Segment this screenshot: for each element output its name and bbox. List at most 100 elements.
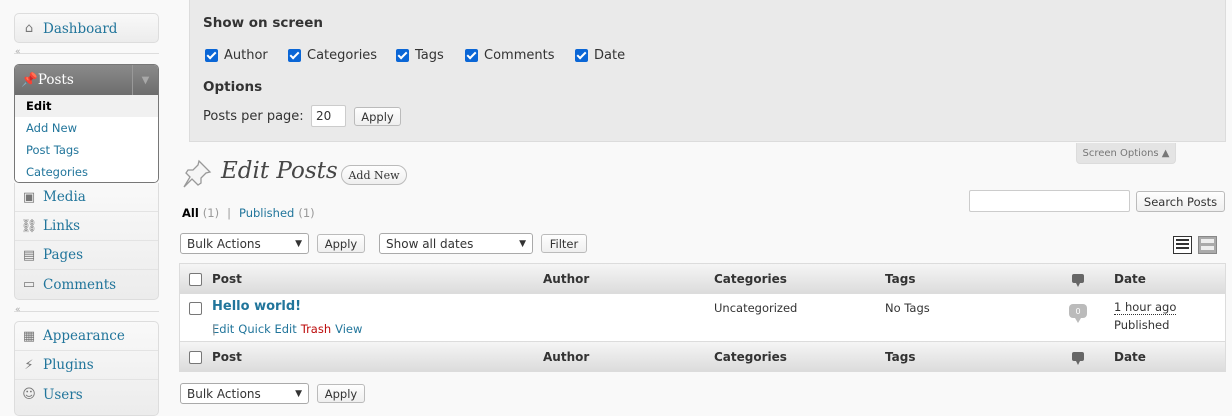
menu-item-pages[interactable]: ▤ Pages xyxy=(15,241,158,270)
date-filter-select[interactable]: Show all dates ▼ xyxy=(379,233,533,254)
bulk-actions-select-bottom[interactable]: Bulk Actions ▼ xyxy=(180,383,309,404)
comment-count-badge[interactable]: 0 xyxy=(1069,304,1087,323)
per-page-apply-button[interactable]: Apply xyxy=(354,107,401,126)
row-checkbox[interactable] xyxy=(189,302,202,315)
column-toggle-comments[interactable]: Comments xyxy=(465,48,554,63)
row-action-trash[interactable]: Trash xyxy=(301,322,331,336)
menu-label-users: Users xyxy=(43,386,83,403)
checkbox-checked[interactable] xyxy=(575,49,588,62)
menu-item-comments[interactable]: ▭ Comments xyxy=(15,270,158,299)
menu-item-users[interactable]: ☺ Users xyxy=(15,380,158,409)
submenu-item-add-new[interactable]: Add New xyxy=(15,117,158,139)
screen-options-toggle[interactable]: Screen Options ▲ xyxy=(1076,143,1176,164)
checkbox-checked[interactable] xyxy=(205,49,218,62)
home-icon: ⌂ xyxy=(24,21,34,36)
filter-separator: | xyxy=(227,206,231,220)
menu-item-media[interactable]: ▣ Media xyxy=(15,183,158,212)
menu-item-appearance[interactable]: ▦ Appearance xyxy=(15,322,158,351)
options-heading: Options xyxy=(203,79,263,95)
checkbox-checked[interactable] xyxy=(288,49,301,62)
checkbox-checked[interactable] xyxy=(396,49,409,62)
row-action-quick-edit[interactable]: Quick Edit xyxy=(238,322,296,336)
menu-group-admin: ▦ Appearance ⚡ Plugins ☺ Users xyxy=(14,321,159,416)
screen-options-panel: Show on screen Author Categories Tags Co… xyxy=(189,0,1226,142)
post-status: Published xyxy=(1114,318,1170,332)
column-toggle-label: Author xyxy=(224,48,268,63)
post-title-link[interactable]: Hello world! xyxy=(212,299,301,314)
menu-label-links: Links xyxy=(43,218,81,234)
appearance-icon: ▦ xyxy=(22,328,36,344)
select-all-checkbox[interactable] xyxy=(189,273,202,286)
menu-item-dashboard[interactable]: ⌂ Dashboard xyxy=(15,14,158,42)
menu-separator xyxy=(14,53,159,54)
menu-item-posts[interactable]: 📌 Posts ▼ xyxy=(15,65,158,95)
column-header-tags: Tags xyxy=(885,272,916,286)
submenu-link[interactable]: Post Tags xyxy=(26,143,79,157)
column-header-date[interactable]: Date xyxy=(1114,350,1146,364)
select-value: Bulk Actions xyxy=(187,236,261,251)
submenu-link[interactable]: Categories xyxy=(26,165,88,179)
column-toggle-label: Categories xyxy=(307,48,378,63)
status-filters: All (1) | Published (1) xyxy=(182,206,315,220)
excerpt-view-icon[interactable] xyxy=(1198,236,1217,254)
column-header-post[interactable]: Post xyxy=(212,272,242,286)
menu-item-plugins[interactable]: ⚡ Plugins xyxy=(15,351,158,380)
chevron-down-icon: ▼ xyxy=(295,388,302,399)
filter-all-count: (1) xyxy=(202,206,220,220)
menu-label-dashboard: Dashboard xyxy=(43,20,118,37)
menu-group-dashboard: ⌂ Dashboard xyxy=(14,13,159,43)
select-value: Show all dates xyxy=(386,236,474,251)
chain-link-icon: ⛓ xyxy=(20,218,38,234)
per-page-input[interactable]: 20 xyxy=(311,105,346,127)
bulk-apply-button-bottom[interactable]: Apply xyxy=(317,384,365,403)
filter-published-count: (1) xyxy=(298,206,315,220)
row-actions: Edit | Quick Edit | Trash | View xyxy=(212,322,362,336)
search-posts-input[interactable] xyxy=(969,190,1130,212)
select-all-checkbox[interactable] xyxy=(189,351,202,364)
filter-button[interactable]: Filter xyxy=(541,234,587,253)
comments-column-icon xyxy=(1072,352,1084,365)
table-row: Hello world! Edit | Quick Edit | Trash | Vi… xyxy=(179,294,1226,341)
show-on-screen-heading: Show on screen xyxy=(203,15,323,31)
column-header-author: Author xyxy=(543,350,590,364)
pushpin-icon: 📌 xyxy=(21,72,38,88)
checkbox-checked[interactable] xyxy=(465,49,478,62)
search-posts-button[interactable]: Search Posts xyxy=(1136,191,1225,212)
filter-all[interactable]: All xyxy=(182,206,199,220)
list-view-icon[interactable] xyxy=(1173,236,1192,254)
chevron-down-icon: ▼ xyxy=(519,238,526,249)
posts-submenu: Edit Add New Post Tags Categories xyxy=(15,95,158,182)
submenu-item-post-tags[interactable]: Post Tags xyxy=(15,139,158,161)
filter-published[interactable]: Published xyxy=(239,206,294,220)
bulk-actions-select[interactable]: Bulk Actions ▼ xyxy=(180,233,309,254)
add-new-post-button[interactable]: Add New xyxy=(341,165,407,185)
column-toggle-tags[interactable]: Tags xyxy=(396,48,444,63)
column-header-categories: Categories xyxy=(714,350,787,364)
menu-item-links[interactable]: ⛓ Links xyxy=(15,212,158,241)
post-categories[interactable]: Uncategorized xyxy=(714,301,797,315)
column-header-date[interactable]: Date xyxy=(1114,272,1146,286)
menu-label-posts: Posts xyxy=(37,72,74,88)
menu-label-plugins: Plugins xyxy=(43,357,94,373)
column-toggle-categories[interactable]: Categories xyxy=(288,48,377,63)
column-header-post[interactable]: Post xyxy=(212,350,242,364)
chevron-down-icon: ▼ xyxy=(295,238,302,249)
column-toggle-date[interactable]: Date xyxy=(575,48,625,63)
menu-label-pages: Pages xyxy=(43,247,84,263)
row-action-view[interactable]: View xyxy=(335,322,362,336)
collapse-arrow-icon[interactable]: « xyxy=(15,305,21,315)
column-header-tags: Tags xyxy=(885,350,916,364)
submenu-link[interactable]: Add New xyxy=(26,121,77,135)
column-header-categories: Categories xyxy=(714,272,787,286)
submenu-item-categories[interactable]: Categories xyxy=(15,161,158,182)
action-separator: | xyxy=(212,322,216,336)
collapse-arrow-icon[interactable]: « xyxy=(15,47,21,57)
submenu-toggle-icon[interactable]: ▼ xyxy=(132,65,158,95)
column-toggle-author[interactable]: Author xyxy=(205,48,268,63)
users-icon: ☺ xyxy=(22,387,36,402)
comments-column-icon xyxy=(1072,274,1084,287)
bulk-apply-button[interactable]: Apply xyxy=(317,234,365,253)
media-icon: ▣ xyxy=(22,189,36,205)
submenu-item-edit[interactable]: Edit xyxy=(15,95,158,117)
table-header: Post Author Categories Tags Date xyxy=(179,263,1226,294)
